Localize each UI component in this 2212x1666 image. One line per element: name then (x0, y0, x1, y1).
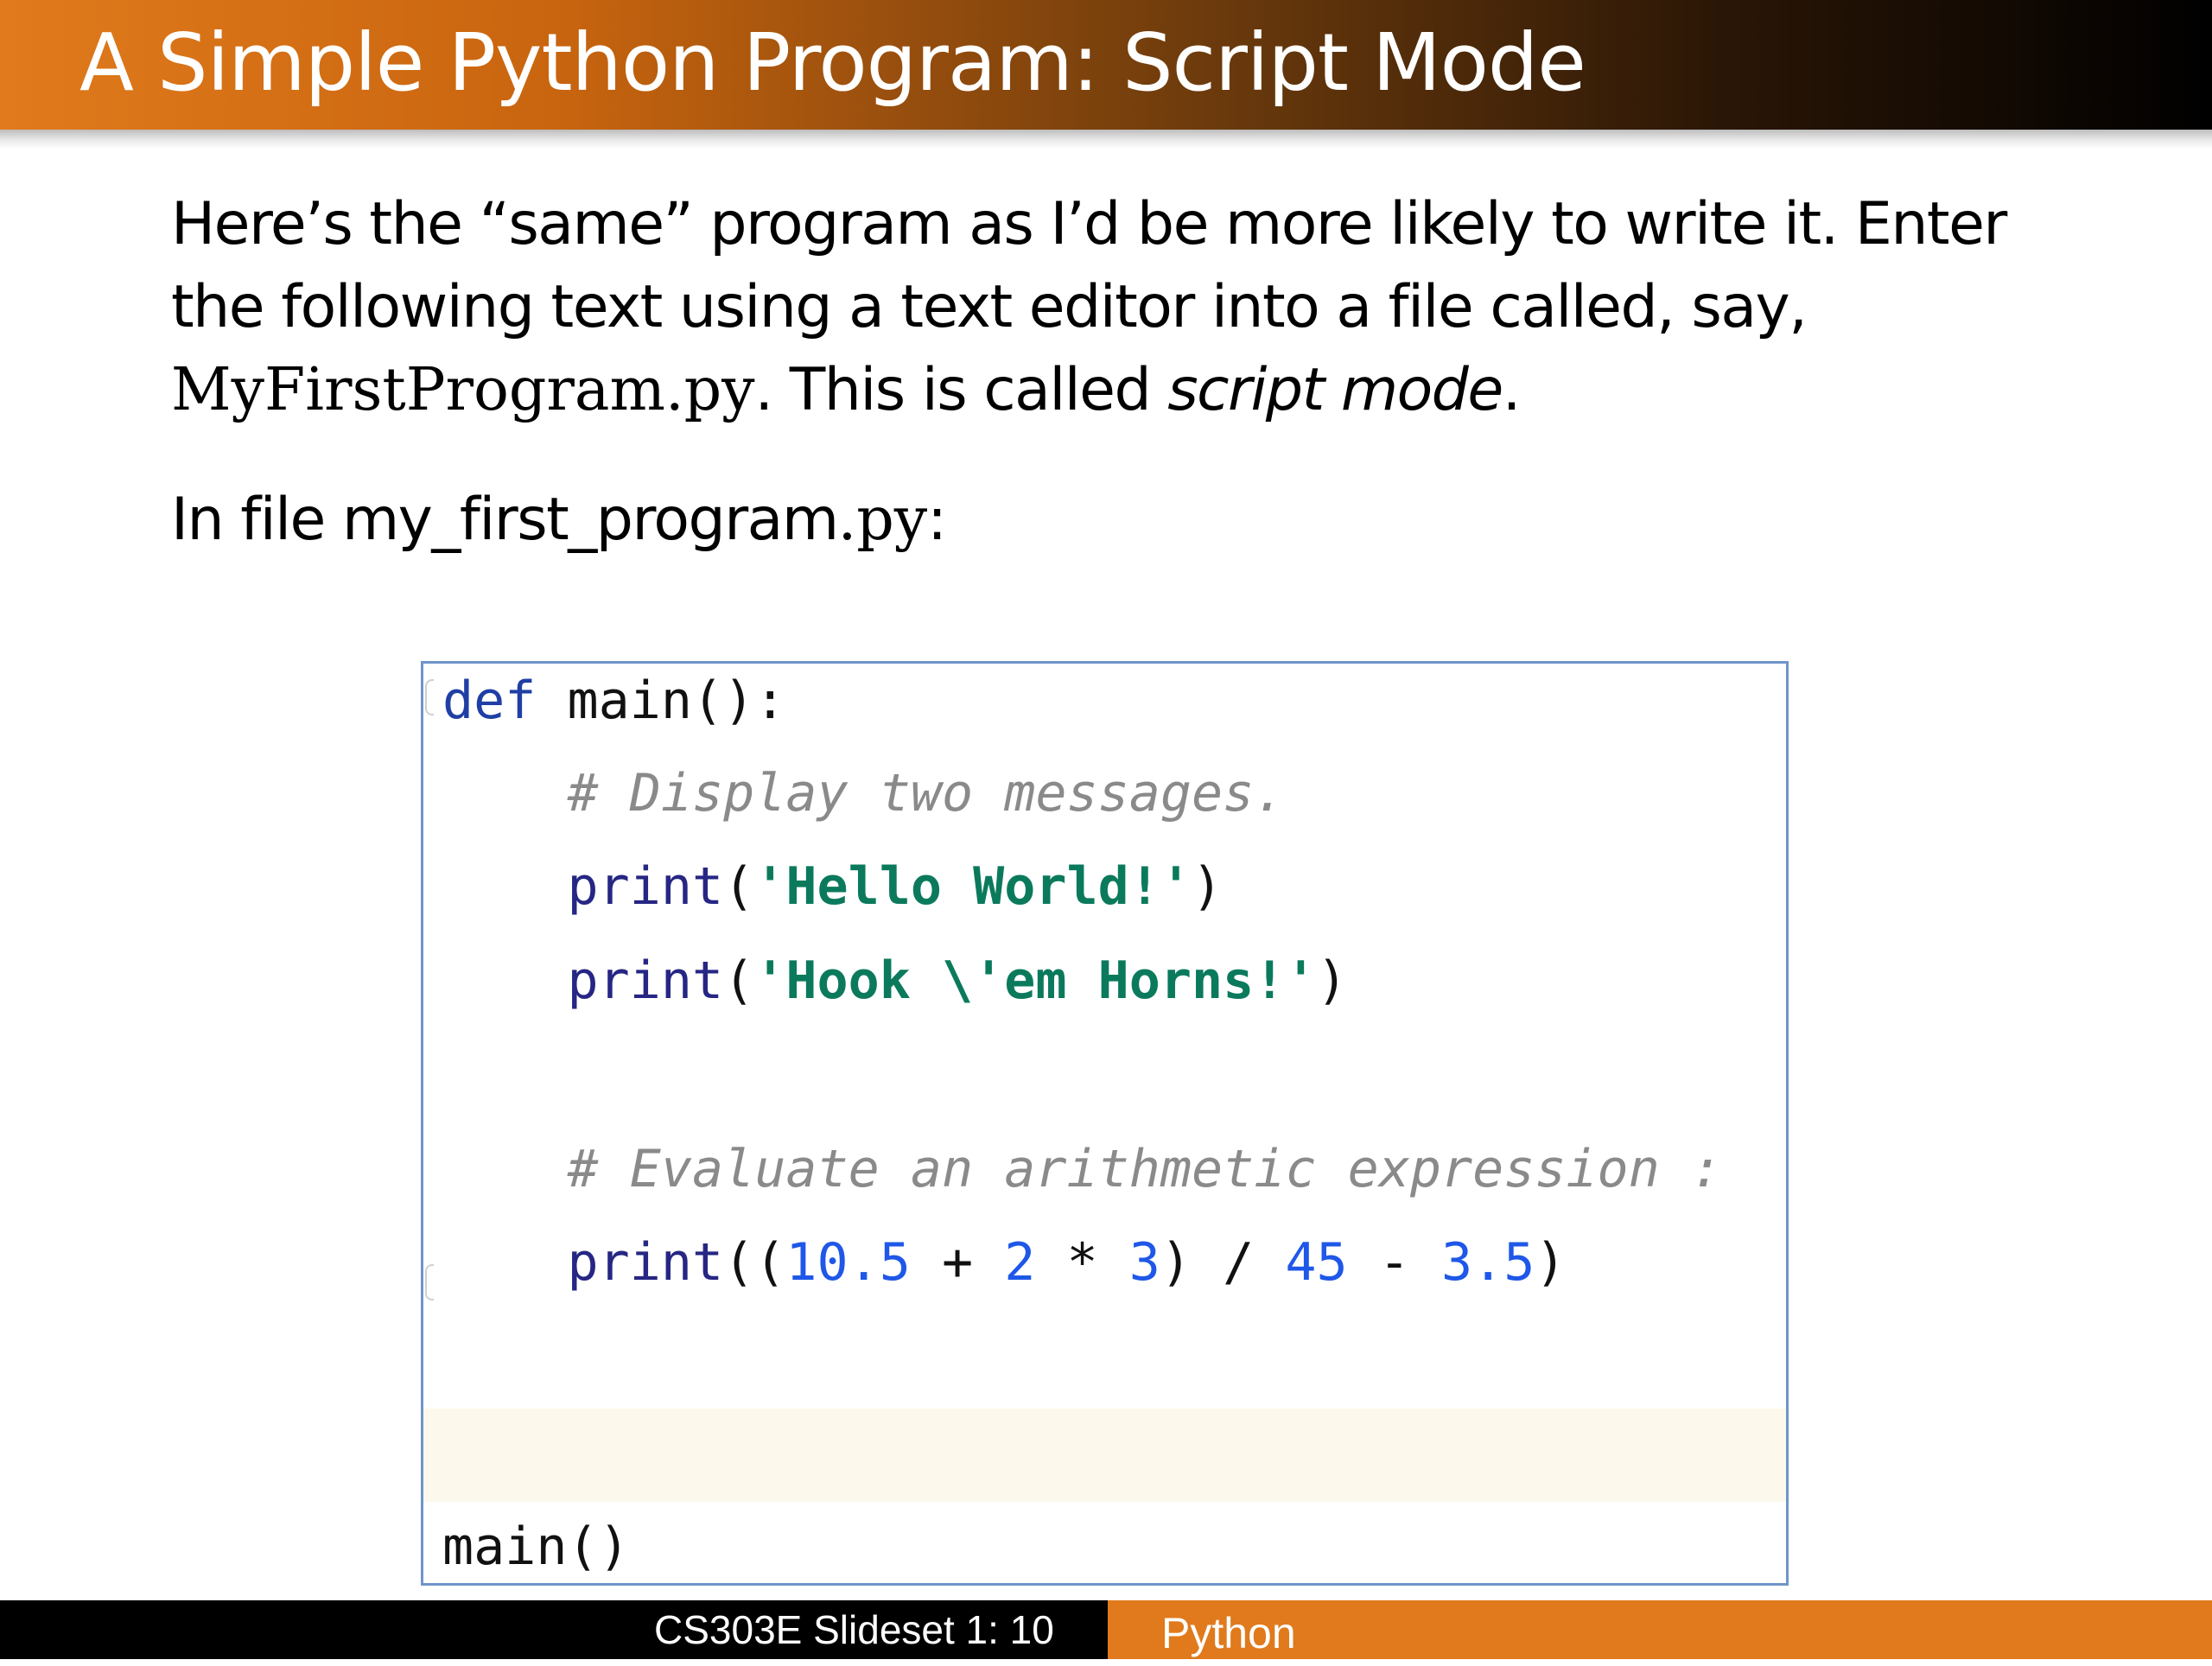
number-2: 2 (1004, 1232, 1036, 1293)
code-line-comment-1: # Display two messages. (442, 759, 1286, 828)
filename-text: MyFirstProgram.py (171, 356, 755, 424)
file-line-prefix: In file my_first_program (171, 486, 839, 554)
intro-text-2: . This is called (754, 356, 1168, 424)
func-signature: main(): (536, 671, 786, 731)
footer-slide-label: CS303E Slideset 1: 10 (654, 1607, 1054, 1652)
code-line-print-hello: print('Hello World!') (567, 856, 1224, 917)
number-10-5: 10.5 (785, 1232, 911, 1293)
intro-paragraph: Here’s the “same” program as I’d be more… (171, 183, 2107, 432)
string-hello: 'Hello World!' (754, 856, 1192, 917)
intro-text-3: . (1502, 356, 1522, 424)
file-extension: .py (837, 486, 928, 554)
number-45: 45 (1285, 1232, 1348, 1293)
string-hook: 'Hook \'em Horns!' (754, 951, 1317, 1011)
number-3: 3 (1128, 1232, 1160, 1293)
footer-course-label: Python (1161, 1609, 1296, 1657)
print-call: print (567, 951, 724, 1011)
file-line-suffix: : (927, 486, 947, 554)
slide-title: A Simple Python Program: Script Mode (79, 16, 1586, 109)
code-line-print-arith: print((10.5 + 2 * 3) / 45 - 3.5) (567, 1232, 1567, 1293)
number-3-5: 3.5 (1441, 1232, 1535, 1293)
code-editor-box: def main(): # Display two messages. prin… (421, 661, 1789, 1586)
current-line-highlight (423, 1408, 1786, 1502)
script-mode-emphasis: script mode (1167, 356, 1503, 424)
file-line: In file my_first_program.py: (171, 479, 2107, 562)
code-line-def: def main(): (442, 666, 785, 735)
intro-text: Here’s the “same” program as I’d be more… (171, 190, 2007, 341)
slide-body: Here’s the “same” program as I’d be more… (171, 183, 2107, 562)
comment-display: # Display two messages. (567, 763, 1286, 823)
fold-marker-icon (425, 679, 434, 715)
print-call: print (567, 856, 724, 917)
title-shadow (0, 130, 2212, 149)
fold-end-marker-icon (425, 1264, 434, 1300)
code-line-main-call: main() (442, 1517, 630, 1577)
code-line-print-hook: print('Hook \'em Horns!') (567, 951, 1348, 1011)
code-line-comment-2: # Evaluate an arithmetic expression : (442, 1135, 1723, 1204)
keyword-def: def (442, 671, 537, 731)
comment-evaluate: # Evaluate an arithmetic expression : (567, 1139, 1723, 1199)
print-call: print (567, 1232, 724, 1293)
